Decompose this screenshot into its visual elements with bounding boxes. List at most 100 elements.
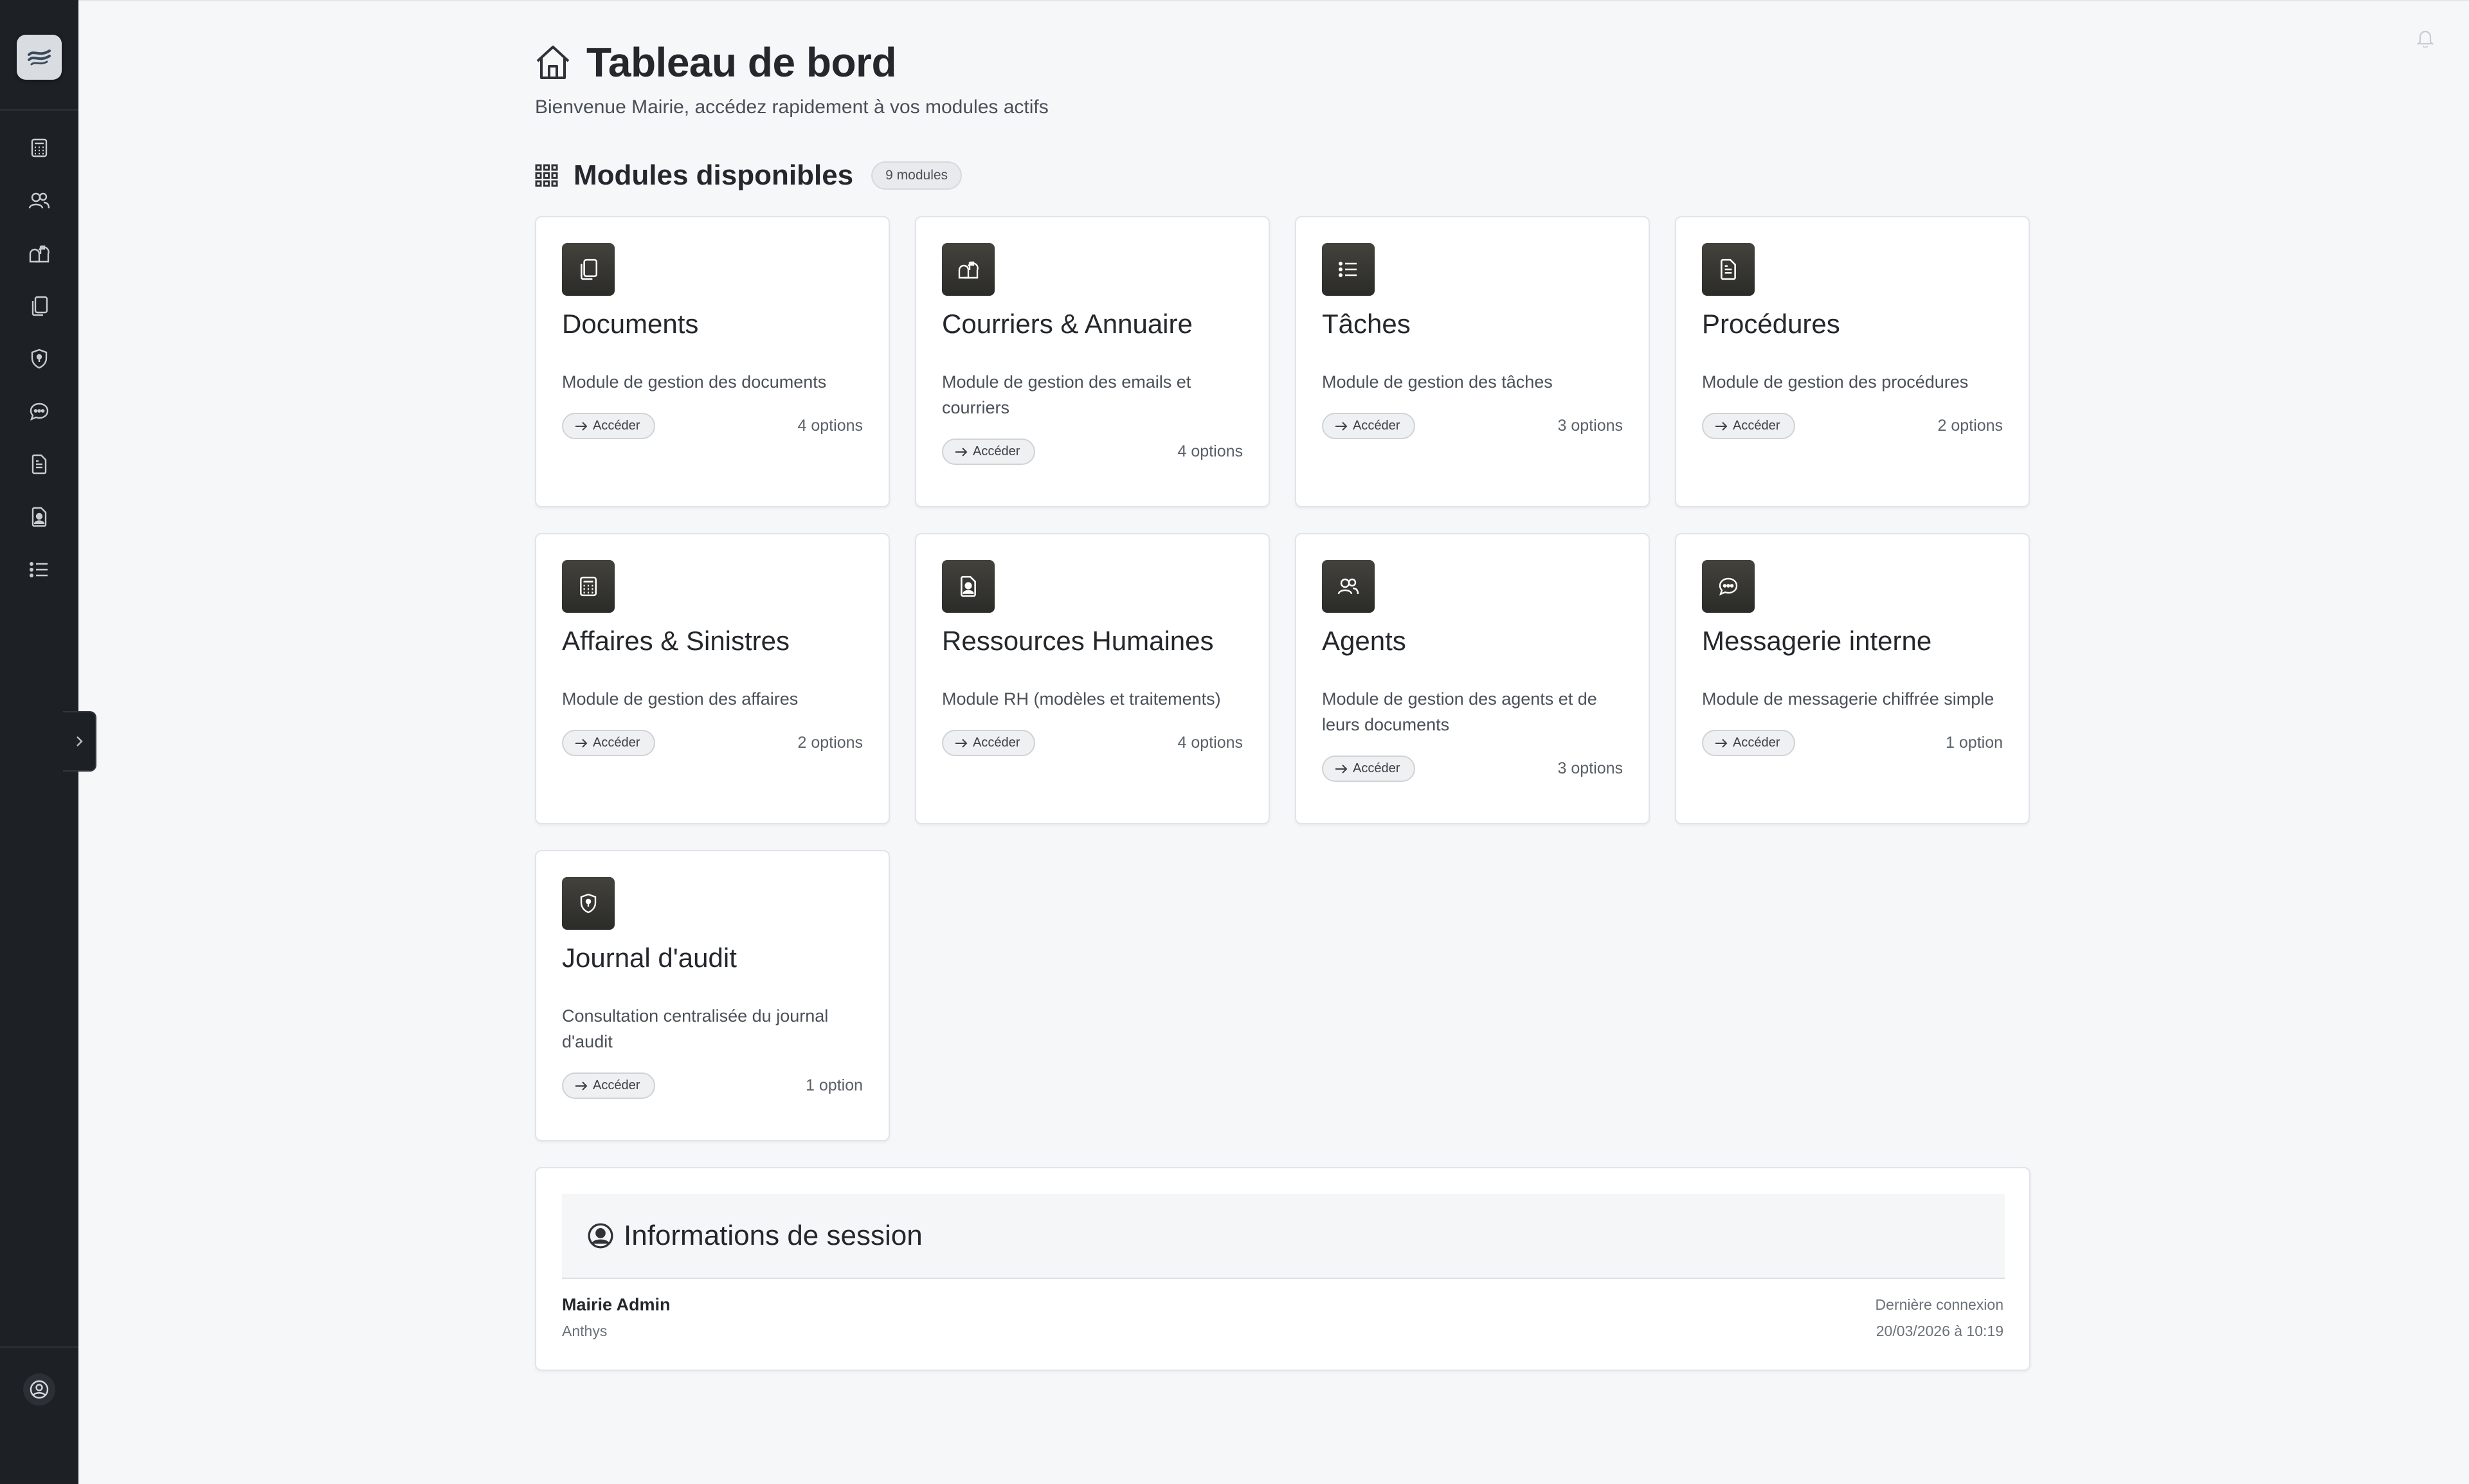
modules-section-header: Modules disponibles 9 modules [535,159,963,192]
module-icon-box [562,560,615,613]
access-button[interactable]: Accéder [562,413,656,439]
arrow-right-icon [1335,421,1348,431]
access-button[interactable]: Accéder [1322,413,1416,439]
person-badge-icon [32,507,47,527]
module-icon-box [562,877,615,930]
options-count: 1 option [1946,734,2003,752]
last-login-label: Dernière connexion [1875,1296,2003,1313]
module-card-rh[interactable]: Ressources Humaines Module RH (modèles e… [915,533,1270,824]
sidebar-divider [0,109,78,111]
user-circle-icon [30,1380,49,1399]
arrow-right-icon [1715,738,1728,748]
grid-icon [535,164,558,187]
user-menu-button[interactable] [23,1373,55,1406]
sidebar-item-audit[interactable] [20,339,59,378]
access-button-label: Accéder [973,736,1020,750]
last-login-value: 20/03/2026 à 10:19 [1876,1323,2003,1339]
module-title: Affaires & Sinistres [562,626,790,656]
access-button[interactable]: Accéder [1322,756,1416,782]
access-button-label: Accéder [593,736,640,750]
module-title: Ressources Humaines [942,626,1214,656]
access-button-label: Accéder [1733,419,1780,433]
module-footer: Accéder 2 options [1702,413,2003,439]
access-button[interactable]: Accéder [942,439,1036,465]
module-description: Module de gestion des affaires [562,689,799,709]
module-icon-box [562,243,615,296]
bell-icon [2416,30,2434,48]
module-description: Module de gestion des tâches [1322,372,1553,392]
options-count: 4 options [1177,734,1243,752]
sidebar-item-documents[interactable] [20,287,59,325]
sidebar-item-affaires[interactable] [20,129,59,167]
session-info-header: Informations de session [562,1194,2005,1279]
module-title: Tâches [1322,309,1411,339]
module-description: Module de gestion des procédures [1702,372,1969,392]
sidebar-item-messagerie[interactable] [20,392,59,431]
access-button[interactable]: Accéder [942,730,1036,756]
module-title: Documents [562,309,699,339]
access-button-label: Accéder [593,1078,640,1092]
access-button-label: Accéder [1733,736,1780,750]
module-description: Module de gestion des agents et de leurs… [1322,689,1597,734]
calculator-icon [579,576,597,597]
modules-count-badge: 9 modules [871,161,963,190]
home-icon [536,46,570,79]
module-card-affaires[interactable]: Affaires & Sinistres Module de gestion d… [535,533,890,824]
access-button-label: Accéder [1353,419,1400,433]
chevron-right-icon [77,736,83,747]
module-icon-box [942,560,995,613]
chat-icon [30,403,49,421]
access-button[interactable]: Accéder [562,730,656,756]
sidebar-item-taches[interactable] [20,550,59,589]
module-description: Module de messagerie chiffrée simple [1702,689,1994,709]
file-text-icon [32,454,47,475]
sidebar-item-procedures[interactable] [20,445,59,484]
arrow-right-icon [955,738,968,748]
users-icon [28,192,50,209]
arrow-right-icon [1715,421,1728,431]
module-card-audit[interactable]: Journal d'audit Consultation centralisée… [535,850,890,1141]
options-count: 4 options [797,417,863,435]
session-user-name: Mairie Admin [562,1295,671,1314]
logo-waves-icon [28,50,51,66]
module-icon-box [1322,243,1375,296]
module-footer: Accéder 3 options [1322,756,1623,782]
module-description: Consultation centralisée du journal d'au… [562,1006,829,1051]
module-footer: Accéder 1 option [1702,730,2003,756]
session-info-card: Informations de session Mairie Admin Ant… [535,1167,2030,1371]
module-title: Courriers & Annuaire [942,309,1193,339]
module-footer: Accéder 2 options [562,730,863,756]
shield-icon [31,348,48,369]
shield-icon [580,893,597,914]
module-card-messagerie[interactable]: Messagerie interne Module de messagerie … [1675,533,2030,824]
access-button[interactable]: Accéder [1702,413,1796,439]
module-card-taches[interactable]: Tâches Module de gestion des tâches Accé… [1295,216,1650,507]
sidebar-item-agents[interactable] [20,181,59,220]
app-logo[interactable] [17,35,62,80]
module-title: Journal d'audit [562,943,737,973]
top-border [78,0,2469,1]
arrow-right-icon [575,421,588,431]
sidebar-expand-toggle[interactable] [63,711,96,772]
sidebar-divider [0,1346,78,1348]
module-footer: Accéder 4 options [562,413,863,439]
sidebar-item-courriers[interactable] [20,234,59,273]
module-card-courriers[interactable]: Courriers & Annuaire Module de gestion d… [915,216,1270,507]
arrow-right-icon [1335,764,1348,774]
access-button[interactable]: Accéder [562,1072,656,1099]
sidebar-item-rh[interactable] [20,498,59,536]
module-card-procedures[interactable]: Procédures Module de gestion des procédu… [1675,216,2030,507]
module-card-documents[interactable]: Documents Module de gestion des document… [535,216,890,507]
module-icon-box [1702,560,1755,613]
arrow-right-icon [575,738,588,748]
access-button[interactable]: Accéder [1702,730,1796,756]
section-title: Modules disponibles [574,159,854,191]
notifications-button[interactable] [2416,28,2434,48]
module-card-agents[interactable]: Agents Module de gestion des agents et d… [1295,533,1650,824]
module-icon-box [1702,243,1755,296]
user-circle-icon [588,1223,613,1249]
mailbox-icon [958,261,979,279]
users-icon [1337,578,1359,595]
page-title: Tableau de bord [586,39,897,86]
chat-icon [1719,577,1738,596]
